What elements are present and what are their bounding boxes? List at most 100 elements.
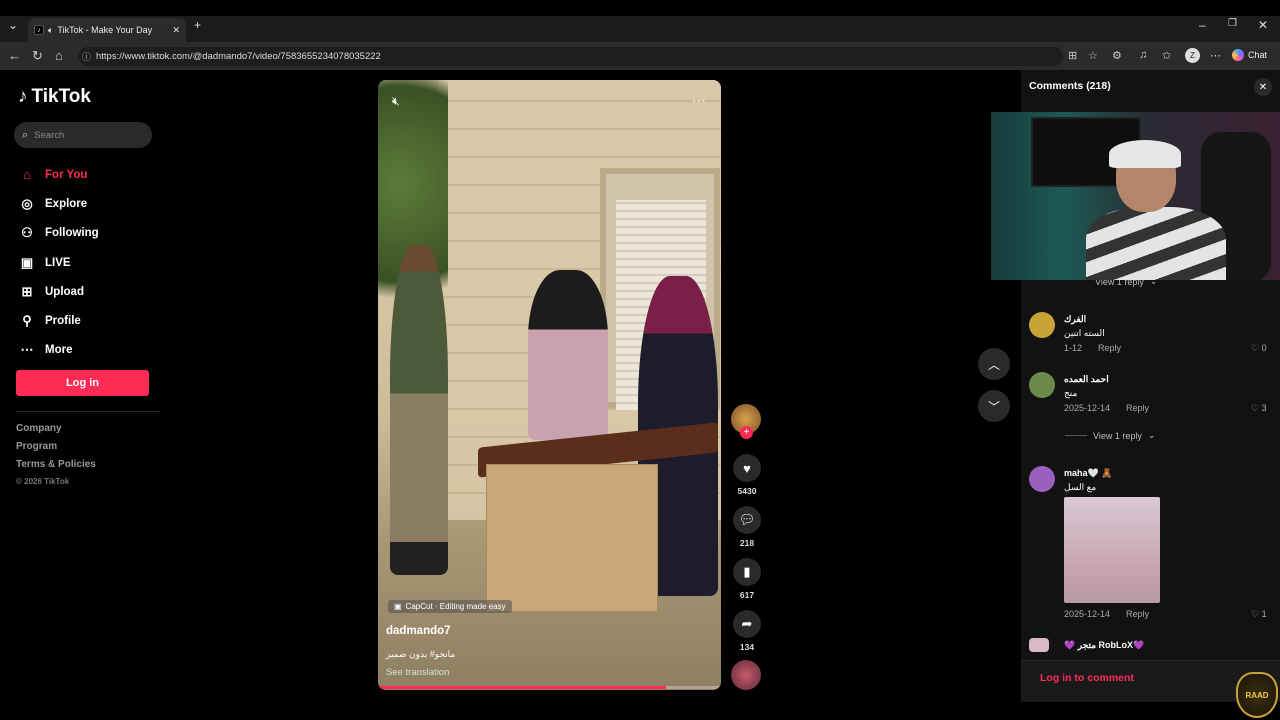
tiktok-note-icon: ♪: [18, 86, 28, 107]
compass-icon: ◎: [21, 195, 33, 211]
nav-label: Explore: [45, 197, 88, 210]
video-more-icon[interactable]: ⋯: [692, 92, 707, 109]
comment-avatar[interactable]: [1029, 466, 1055, 492]
browser-tab[interactable]: ♪ 🔈︎ TikTok - Make Your Day ✕: [28, 18, 186, 42]
sidebar-footer: Company Program Terms & Policies © 2026 …: [16, 423, 96, 495]
favorites-icon[interactable]: ✩: [1162, 49, 1171, 62]
extensions-icon[interactable]: ⚙: [1112, 49, 1122, 62]
minimize-icon[interactable]: –: [1199, 18, 1206, 32]
address-bar: ← ↻ ⌂ ⓘ https://www.tiktok.com/@dadmando…: [0, 42, 1280, 70]
video-scene-box: [486, 464, 658, 612]
apps-icon[interactable]: ⊞: [1068, 49, 1077, 62]
capcut-label[interactable]: ▣ CapCut · Editing made easy: [388, 600, 512, 613]
comment-avatar[interactable]: [1029, 638, 1049, 652]
like-action[interactable]: ♥ 5430: [731, 454, 763, 496]
comments-title: Comments (218): [1029, 80, 1111, 92]
reply-button[interactable]: Reply: [1126, 609, 1149, 619]
upload-icon: ⊞: [21, 283, 33, 299]
see-translation-link[interactable]: See translation: [386, 667, 449, 678]
share-count: 134: [739, 642, 755, 652]
share-action[interactable]: ➦ 134: [731, 610, 763, 652]
comment-text: منج: [1064, 388, 1078, 398]
view-reply-mid[interactable]: View 1 reply ⌄: [1065, 430, 1155, 441]
reply-button[interactable]: Reply: [1098, 343, 1121, 353]
read-aloud-icon[interactable]: ♫: [1139, 49, 1147, 61]
comment-avatar[interactable]: [1029, 372, 1055, 398]
favorite-star-icon[interactable]: ☆: [1088, 49, 1098, 62]
nav-following[interactable]: ⚇ Following: [16, 219, 98, 248]
comments-close-button[interactable]: ✕: [1254, 78, 1272, 96]
comment-author[interactable]: maha🤍 🧸: [1064, 468, 1112, 479]
logo-text: TikTok: [31, 86, 91, 107]
share-icon[interactable]: ➦: [733, 610, 761, 638]
refresh-icon[interactable]: ↻: [32, 48, 43, 64]
like-count: 5430: [737, 486, 757, 496]
back-icon[interactable]: ←: [8, 48, 21, 63]
comment-like-count: 1: [1261, 609, 1267, 619]
tab-list-icon[interactable]: ⌄: [8, 18, 18, 32]
following-icon: ⚇: [21, 225, 33, 241]
tiktok-logo[interactable]: ♪ TikTok: [18, 86, 91, 108]
profile-avatar[interactable]: Z: [1185, 48, 1200, 63]
search-box[interactable]: ⌕ Search: [14, 122, 152, 148]
sidebar-nav: ⌂ For You ◎ Explore ⚇ Following ▣ LIVE ⊞ Uplo…: [16, 160, 99, 365]
comment-action[interactable]: 💬︎ 218: [731, 506, 763, 548]
comment-like[interactable]: ♡ 3: [1251, 403, 1267, 414]
nav-live[interactable]: ▣ LIVE: [16, 248, 99, 277]
prev-video-button[interactable]: ︿: [978, 348, 1010, 380]
url-field[interactable]: ⓘ https://www.tiktok.com/@dadmando7/vide…: [78, 47, 1063, 66]
copilot-icon: [1232, 49, 1244, 61]
music-disc-avatar[interactable]: [731, 660, 761, 690]
window-close-icon[interactable]: ✕: [1258, 18, 1268, 32]
reply-button[interactable]: Reply: [1126, 403, 1149, 413]
site-info-icon[interactable]: ⓘ: [82, 50, 91, 63]
copilot-chat-button[interactable]: Chat: [1232, 49, 1267, 61]
footer-link-company[interactable]: Company: [16, 423, 96, 441]
comment-text: السته اتنين: [1064, 328, 1105, 338]
comment-author[interactable]: 💜 متجر RobLoX💜: [1064, 640, 1144, 651]
next-video-button[interactable]: ﹀: [978, 390, 1010, 422]
login-button[interactable]: Log in: [16, 370, 149, 396]
bookmark-icon[interactable]: ▮: [733, 558, 761, 586]
comment-icon[interactable]: 💬︎: [733, 506, 761, 534]
comment-like[interactable]: ♡ 1: [1251, 609, 1267, 620]
comment-image[interactable]: [1064, 497, 1160, 603]
video-progress-bar[interactable]: [378, 686, 721, 689]
video-author[interactable]: dadmando7: [386, 625, 451, 637]
badge-text: RAAD: [1245, 690, 1269, 700]
capcut-icon: ▣: [394, 602, 402, 611]
footer-link-program[interactable]: Program: [16, 441, 96, 459]
nav-label: More: [45, 344, 73, 357]
new-tab-icon[interactable]: +: [194, 18, 201, 32]
mute-icon[interactable]: 🔇︎: [392, 94, 400, 109]
maximize-icon[interactable]: ❐: [1228, 18, 1237, 29]
follow-plus-icon[interactable]: +: [740, 426, 753, 439]
creator-avatar[interactable]: +: [731, 404, 761, 439]
login-to-comment-link[interactable]: Log in to comment: [1040, 672, 1134, 684]
nav-for-you[interactable]: ⌂ For You: [16, 160, 99, 189]
nav-upload[interactable]: ⊞ Upload: [16, 277, 99, 306]
nav-profile[interactable]: ⚲ Profile: [16, 306, 99, 335]
comment-avatar[interactable]: [1029, 312, 1055, 338]
nav-label: LIVE: [45, 256, 71, 269]
search-input[interactable]: Search: [34, 130, 64, 141]
close-icon: ✕: [1258, 81, 1268, 93]
heart-icon[interactable]: ♥: [733, 454, 761, 482]
comments-count: (218): [1086, 80, 1111, 92]
nav-more[interactable]: ⋯ More: [16, 336, 99, 365]
comment-like-count: 0: [1261, 343, 1267, 353]
comment-like[interactable]: ♡ 0: [1251, 343, 1267, 354]
save-action[interactable]: ▮ 617: [731, 558, 763, 600]
heart-outline-icon: ♡: [1251, 343, 1260, 353]
nav-explore[interactable]: ◎ Explore: [16, 189, 99, 218]
tab-close-icon[interactable]: ✕: [172, 25, 180, 36]
sidebar-divider: [16, 411, 160, 412]
home-browser-icon[interactable]: ⌂: [55, 48, 63, 63]
settings-more-icon[interactable]: ⋯: [1210, 49, 1221, 62]
footer-link-terms[interactable]: Terms & Policies: [16, 459, 96, 477]
video-person-man: [390, 245, 448, 575]
comment-author[interactable]: احمد العمده: [1064, 374, 1109, 385]
video-player[interactable]: 🔇︎ ⋯ ▣ CapCut · Editing made easy dadman…: [378, 80, 721, 690]
comment-author[interactable]: الفرك: [1064, 314, 1086, 325]
speaker-icon[interactable]: 🔈︎: [48, 25, 53, 36]
